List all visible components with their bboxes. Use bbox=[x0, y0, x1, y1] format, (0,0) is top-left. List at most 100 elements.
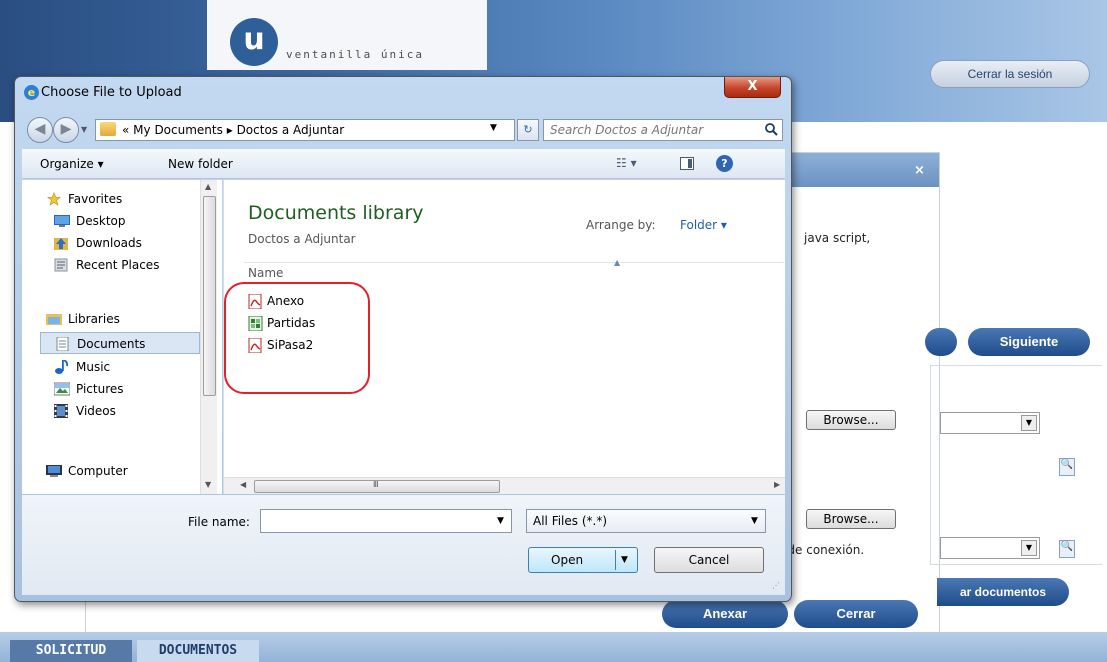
ventanilla-logo-icon: u bbox=[230, 18, 278, 66]
search-icon[interactable] bbox=[764, 122, 778, 136]
preview-pane-icon[interactable] bbox=[680, 157, 694, 170]
breadcrumb-my-documents[interactable]: My Documents bbox=[133, 123, 223, 137]
navigation-pane: Favorites Desktop Downloads Recent Place… bbox=[22, 180, 222, 494]
help-icon[interactable]: ? bbox=[716, 155, 733, 172]
tab-solicitud[interactable]: SOLICITUD bbox=[10, 640, 132, 662]
chevron-down-icon[interactable]: ▼ bbox=[490, 123, 497, 133]
videos-icon bbox=[54, 404, 68, 418]
forward-button[interactable]: ▶ bbox=[53, 117, 79, 143]
nav-item-label: Recent Places bbox=[76, 258, 160, 272]
desktop-icon bbox=[54, 215, 70, 227]
nav-item-favorites[interactable]: Favorites bbox=[46, 188, 222, 210]
new-folder-button[interactable]: New folder bbox=[168, 157, 233, 171]
scroll-left-icon[interactable]: ◀ bbox=[240, 480, 246, 489]
nav-scrollbar-thumb[interactable] bbox=[203, 196, 216, 396]
file-list-pane: Documents library Doctos a Adjuntar Arra… bbox=[223, 180, 785, 494]
previous-button[interactable] bbox=[925, 328, 957, 356]
nav-item-label: Downloads bbox=[76, 236, 142, 250]
horizontal-scrollbar[interactable]: ◀ Ⅲ ▶ bbox=[224, 477, 785, 494]
dialog-close-button[interactable]: X bbox=[724, 77, 781, 98]
browse-button-1[interactable]: Browse... bbox=[806, 410, 896, 430]
nav-item-label: Music bbox=[76, 360, 111, 374]
open-button[interactable]: Open ▼ bbox=[528, 547, 638, 573]
horizontal-scrollbar-thumb[interactable]: Ⅲ bbox=[254, 480, 500, 493]
dialog-toolbar: Organize ▾ New folder ☷ ▾ ? bbox=[22, 149, 785, 179]
document-type-select-1[interactable]: ▼ bbox=[940, 412, 1040, 434]
web-side-panel bbox=[930, 365, 1102, 565]
scroll-down-icon[interactable]: ▼ bbox=[205, 480, 211, 489]
column-header-name[interactable]: Name bbox=[248, 266, 283, 280]
tab-documentos[interactable]: DOCUMENTOS bbox=[137, 640, 259, 662]
recent-places-icon bbox=[54, 258, 68, 272]
pictures-icon bbox=[54, 382, 70, 396]
anexar-button[interactable]: Anexar bbox=[662, 600, 788, 628]
search-input[interactable] bbox=[544, 120, 758, 140]
refresh-icon[interactable]: ↻ bbox=[517, 119, 539, 141]
libraries-icon bbox=[46, 314, 62, 325]
web-modal-close-icon[interactable]: × bbox=[914, 163, 925, 178]
nav-item-recent-places[interactable]: Recent Places bbox=[54, 254, 222, 276]
resize-grip-icon[interactable]: ⋰ bbox=[772, 581, 780, 590]
breadcrumb[interactable]: « My Documents ▸ Doctos a Adjuntar bbox=[122, 123, 344, 137]
split-divider bbox=[615, 550, 616, 570]
open-button-label: Open bbox=[551, 553, 584, 567]
nav-item-desktop[interactable]: Desktop bbox=[54, 210, 222, 232]
dialog-title: Choose File to Upload bbox=[41, 85, 182, 100]
file-upload-dialog: e Choose File to Upload X ◀ ▶ ▼ « My Doc… bbox=[14, 76, 792, 602]
nav-item-label: Videos bbox=[76, 404, 116, 418]
attach-documents-button[interactable]: ar documentos bbox=[937, 578, 1069, 606]
document-type-select-2[interactable]: ▼ bbox=[940, 537, 1040, 559]
library-title: Documents library bbox=[248, 202, 424, 224]
file-type-value: All Files (*.*) bbox=[533, 514, 608, 528]
file-name-label: File name: bbox=[188, 515, 250, 529]
next-button[interactable]: Siguiente bbox=[968, 328, 1090, 356]
nav-item-label: Documents bbox=[77, 337, 146, 351]
documents-icon bbox=[56, 337, 69, 351]
nav-item-music[interactable]: Music bbox=[54, 356, 222, 378]
recent-locations-icon[interactable]: ▼ bbox=[81, 125, 87, 134]
nav-item-downloads[interactable]: Downloads bbox=[54, 232, 222, 254]
computer-icon bbox=[46, 465, 62, 477]
view-document-icon[interactable]: 🔍 bbox=[1059, 540, 1075, 558]
nav-item-documents[interactable]: Documents bbox=[40, 332, 200, 354]
nav-item-videos[interactable]: Videos bbox=[54, 400, 222, 422]
view-document-icon[interactable]: 🔍 bbox=[1059, 458, 1075, 476]
scroll-up-icon[interactable]: ▲ bbox=[205, 182, 211, 191]
chevron-down-icon[interactable]: ▼ bbox=[621, 555, 628, 565]
scroll-right-icon[interactable]: ▶ bbox=[774, 480, 780, 489]
cancel-button[interactable]: Cancel bbox=[654, 547, 764, 573]
nav-item-computer[interactable]: Computer bbox=[46, 460, 222, 482]
sort-ascending-icon: ▲ bbox=[614, 258, 621, 267]
file-type-select[interactable]: All Files (*.*) ▼ bbox=[526, 509, 766, 533]
chevron-down-icon: ▼ bbox=[751, 516, 758, 526]
arrange-by-dropdown[interactable]: Folder ▾ bbox=[680, 218, 727, 232]
nav-item-pictures[interactable]: Pictures bbox=[54, 378, 222, 400]
chevron-down-icon: ▼ bbox=[1021, 540, 1037, 556]
breadcrumb-separator[interactable]: ▸ bbox=[227, 123, 233, 137]
internet-explorer-icon: e bbox=[24, 85, 39, 100]
file-name-combobox[interactable]: ▼ bbox=[260, 509, 512, 533]
back-button[interactable]: ◀ bbox=[27, 117, 53, 143]
search-box[interactable] bbox=[543, 119, 783, 141]
nav-item-label: Pictures bbox=[76, 382, 124, 396]
nav-item-label: Libraries bbox=[68, 312, 120, 326]
logout-button[interactable]: Cerrar la sesión bbox=[930, 60, 1090, 88]
breadcrumb-doctos[interactable]: Doctos a Adjuntar bbox=[237, 123, 345, 137]
dialog-footer: File name: ▼ All Files (*.*) ▼ Open ▼ Ca… bbox=[22, 495, 785, 595]
change-view-icon[interactable]: ☷ ▾ bbox=[616, 156, 637, 170]
breadcrumb-overflow[interactable]: « bbox=[122, 123, 129, 137]
organize-menu[interactable]: Organize ▾ bbox=[40, 157, 104, 171]
nav-item-libraries[interactable]: Libraries bbox=[46, 308, 222, 330]
browse-button-2[interactable]: Browse... bbox=[806, 509, 896, 529]
address-bar[interactable]: « My Documents ▸ Doctos a Adjuntar ▼ bbox=[95, 119, 515, 141]
downloads-icon bbox=[54, 238, 68, 250]
file-name-input[interactable] bbox=[261, 510, 487, 532]
star-icon bbox=[47, 192, 61, 206]
chevron-down-icon[interactable]: ▼ bbox=[497, 516, 504, 526]
nav-scrollbar[interactable]: ▲ ▼ bbox=[200, 180, 217, 494]
cerrar-button[interactable]: Cerrar bbox=[794, 600, 918, 628]
red-highlight-annotation bbox=[224, 282, 370, 394]
logo-text: ventanilla única bbox=[286, 48, 424, 61]
nav-item-label: Desktop bbox=[76, 214, 126, 228]
nav-item-label: Computer bbox=[68, 464, 128, 478]
